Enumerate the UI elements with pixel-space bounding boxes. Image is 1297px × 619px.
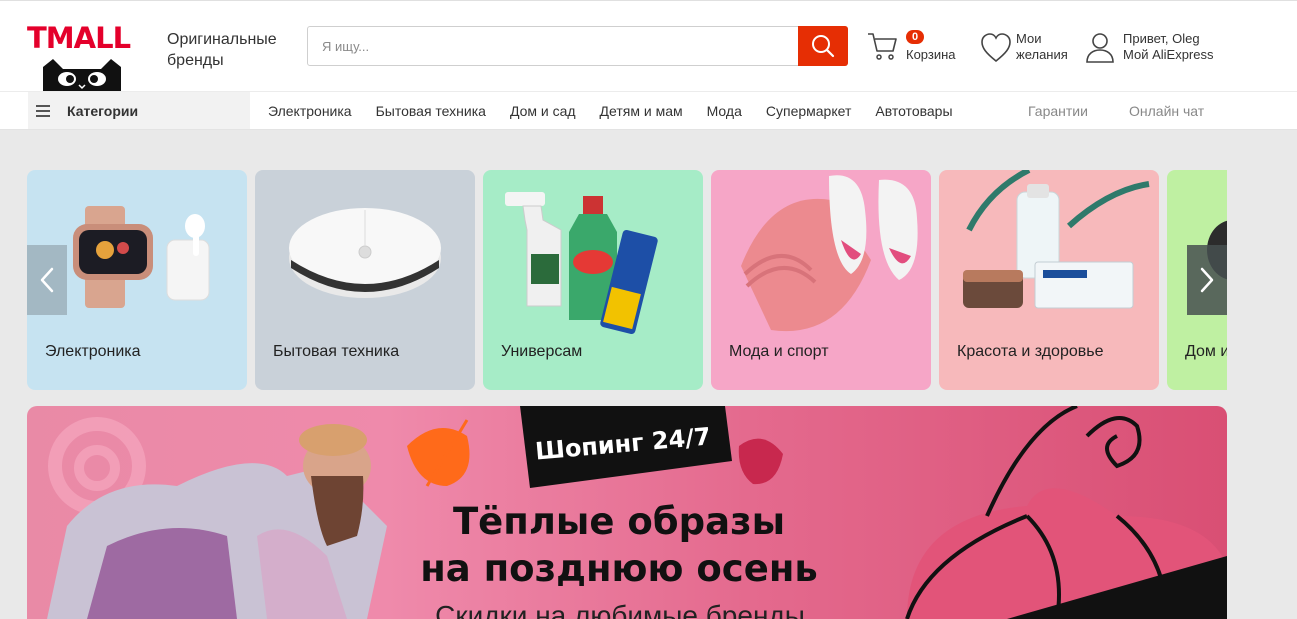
logo-text: TMALL xyxy=(27,21,131,55)
promo-banner[interactable]: Шопинг 24/7 Тёплые образы на позднюю осе… xyxy=(27,406,1227,619)
heart-icon xyxy=(981,33,1011,63)
category-card-beauty-health[interactable]: Красота и здоровье xyxy=(939,170,1159,390)
nav-links: Электроника Бытовая техника Дом и сад Де… xyxy=(268,92,977,129)
nav-link-supermarket[interactable]: Супермаркет xyxy=(766,103,851,119)
search-icon xyxy=(812,35,835,58)
nav-link-auto[interactable]: Автотовары xyxy=(875,103,952,119)
search-bar xyxy=(307,26,848,66)
cart-icon xyxy=(868,33,897,60)
nav-link-online-chat[interactable]: Онлайн чат xyxy=(1129,92,1204,129)
nav-link-appliances[interactable]: Бытовая техника xyxy=(376,103,486,119)
user-icon xyxy=(1086,33,1114,63)
account-greeting: Привет, Oleg xyxy=(1123,31,1200,46)
chevron-right-icon xyxy=(1200,267,1214,293)
wishlist-button[interactable]: Мои желания xyxy=(980,31,1068,63)
nav-link-guarantees[interactable]: Гарантии xyxy=(1028,92,1088,129)
tmall-logo[interactable]: TMALL xyxy=(27,23,137,93)
banner-subtitle: Скидки на любимые бренды xyxy=(435,600,805,619)
wishlist-label-line2: желания xyxy=(1016,47,1068,62)
carousel-next-button[interactable] xyxy=(1187,245,1227,315)
nav-link-home-garden[interactable]: Дом и сад xyxy=(510,103,576,119)
chevron-left-icon xyxy=(40,267,54,293)
wishlist-label-line1: Мои xyxy=(1016,31,1042,46)
cart-label: Корзина xyxy=(906,47,956,62)
category-card-supermarket[interactable]: Универсам xyxy=(483,170,703,390)
card-label: Электроника xyxy=(45,343,141,360)
card-label: Дом и xyxy=(1185,343,1227,360)
cart-count-badge: 0 xyxy=(906,30,925,44)
card-label: Универсам xyxy=(501,343,583,360)
nav-link-electronics[interactable]: Электроника xyxy=(268,103,352,119)
categories-button[interactable]: Категории xyxy=(28,92,250,129)
header: TMALL Оригинальные бренды 0 Корзина xyxy=(0,0,1297,93)
category-carousel: Электроника Бытовая техника Универсам Мо… xyxy=(27,170,1227,390)
card-label: Мода и спорт xyxy=(729,343,829,360)
brand-tagline: Оригинальные бренды xyxy=(167,31,277,69)
tmall-cat-icon xyxy=(43,59,121,92)
menu-icon xyxy=(36,102,50,120)
nav-link-kids[interactable]: Детям и мам xyxy=(600,103,683,119)
search-button[interactable] xyxy=(798,26,848,66)
banner-title: Тёплые образы на позднюю осень xyxy=(389,498,849,592)
category-card-fashion-sport[interactable]: Мода и спорт xyxy=(711,170,931,390)
carousel-prev-button[interactable] xyxy=(27,245,67,315)
banner-title-line1: Тёплые образы xyxy=(452,500,786,543)
search-input[interactable] xyxy=(308,27,798,65)
nav-bar: Категории Электроника Бытовая техника До… xyxy=(0,91,1297,130)
category-card-appliances[interactable]: Бытовая техника xyxy=(255,170,475,390)
account-button[interactable]: Привет, Oleg Мой AliExpress xyxy=(1085,31,1214,63)
nav-link-fashion[interactable]: Мода xyxy=(707,103,742,119)
card-label: Красота и здоровье xyxy=(957,343,1104,360)
cart-button[interactable]: 0 Корзина xyxy=(867,30,956,62)
card-label: Бытовая техника xyxy=(273,343,400,360)
categories-label: Категории xyxy=(67,102,139,119)
banner-title-line2: на позднюю осень xyxy=(420,547,818,590)
account-link[interactable]: Мой AliExpress xyxy=(1123,47,1214,63)
